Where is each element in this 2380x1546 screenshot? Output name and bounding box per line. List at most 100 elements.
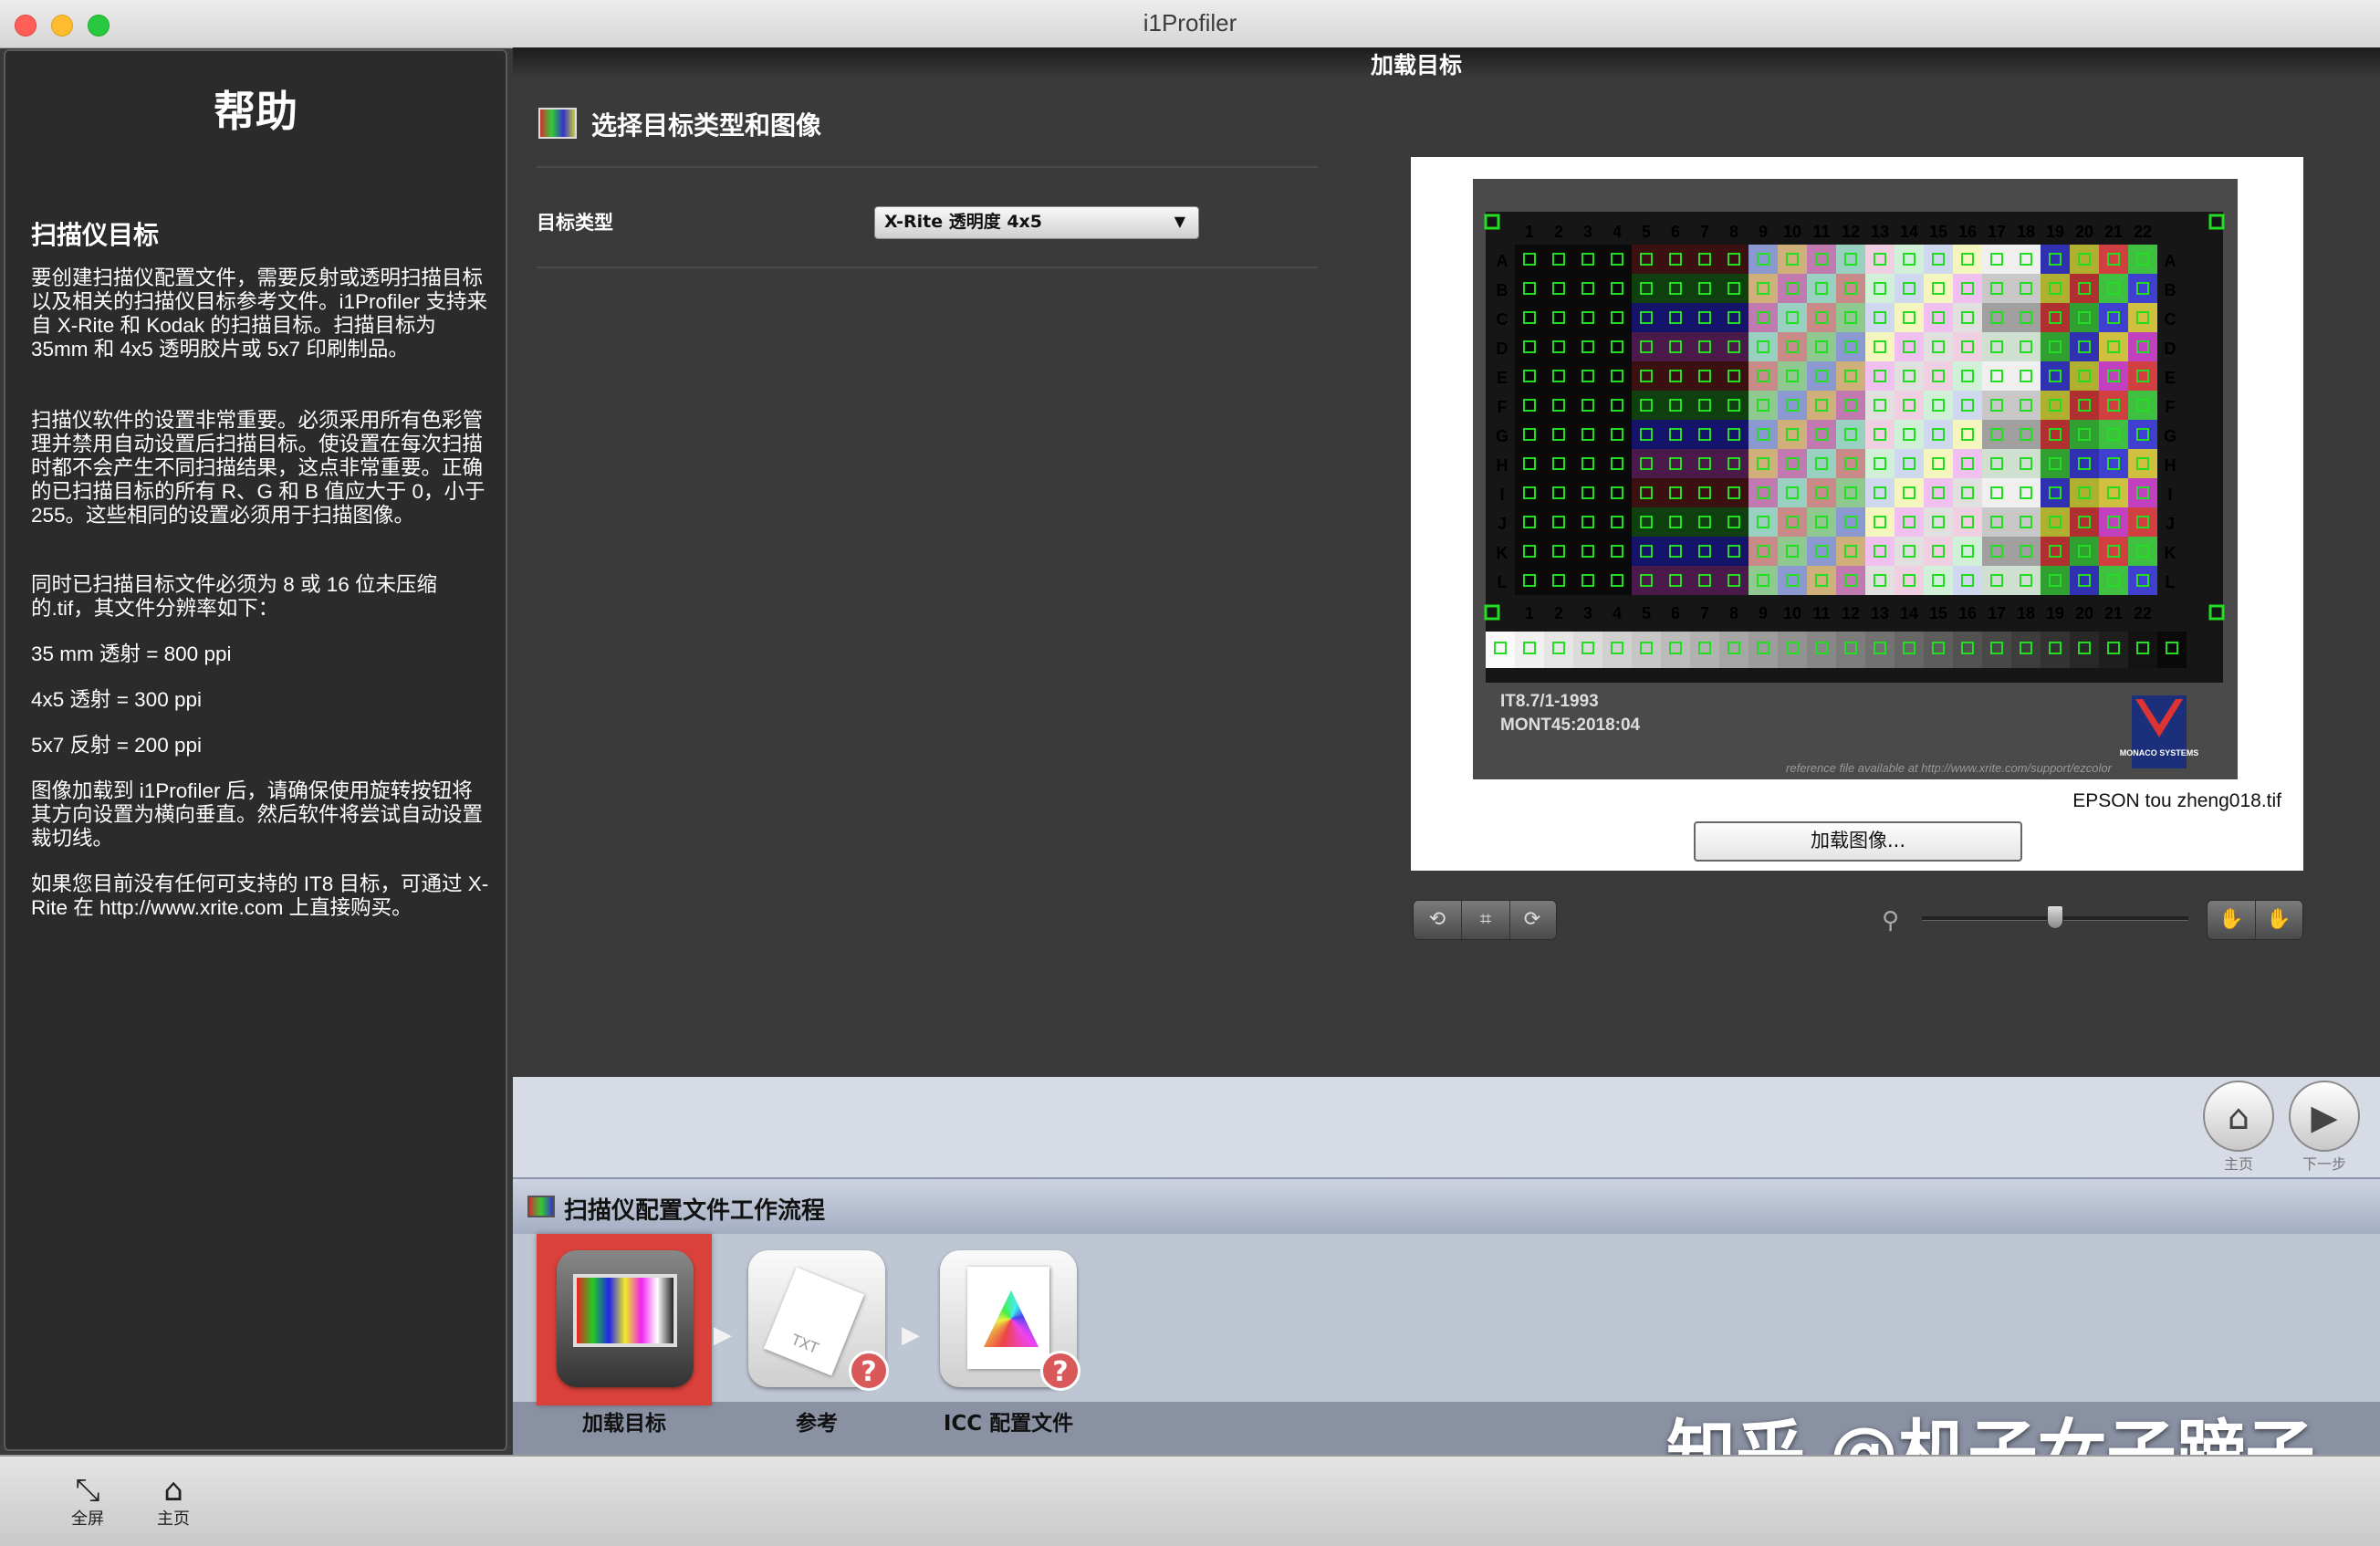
target-patch [1895, 245, 1924, 274]
bottom-toolbar: ⤡ 全屏 ⌂ 主页 [0, 1455, 2380, 1546]
target-patch [1748, 274, 1778, 303]
target-patch [1690, 303, 1719, 332]
home-icon: ⌂ [163, 1472, 183, 1509]
target-patch [1719, 245, 1748, 274]
grey-ramp-patch [1865, 632, 1895, 668]
workflow-step-load-target[interactable] [557, 1250, 694, 1387]
grey-ramp-patch [1661, 632, 1690, 668]
target-patch [1748, 332, 1778, 361]
target-patch [1632, 274, 1661, 303]
home-button[interactable]: ⌂ [2203, 1081, 2274, 1152]
row-label-right: D [2165, 339, 2176, 358]
target-patch [1544, 449, 1573, 478]
it8-target-chart: A AB BC CD DE EF FG GH HI IJ JK KL L1122334455667788… [1484, 212, 2225, 775]
row-label-left: H [1497, 456, 1508, 475]
target-patch [2099, 449, 2128, 478]
target-patch [1924, 245, 1953, 274]
target-patch [2070, 420, 2099, 449]
target-patch [1661, 449, 1690, 478]
hand-right-icon[interactable]: ✋ [2255, 901, 2302, 939]
target-patch [2041, 245, 2070, 274]
column-label-bottom: 22 [2134, 604, 2152, 622]
target-patch [2070, 537, 2099, 566]
target-patch [2011, 274, 2041, 303]
target-patch [1895, 332, 1924, 361]
target-patch [2011, 566, 2041, 595]
target-patch [2099, 245, 2128, 274]
help-paragraph: 5x7 反射 = 200 ppi [31, 734, 202, 757]
workflow-step-reference[interactable]: TXT ? [748, 1250, 889, 1391]
target-patch [1836, 420, 1865, 449]
home-button[interactable]: ⌂ 主页 [146, 1475, 201, 1530]
section-title: 选择目标类型和图像 [591, 110, 822, 141]
target-patch [1632, 449, 1661, 478]
target-patch [2128, 245, 2157, 274]
home-icon: ⌂ [2227, 1097, 2250, 1137]
target-patch [1661, 274, 1690, 303]
target-patch [1748, 391, 1778, 420]
row-label-right: L [2166, 573, 2176, 591]
monaco-logo-text: MONACO SYSTEMS [2120, 748, 2199, 757]
target-patch [1515, 361, 1544, 391]
target-patch [1515, 449, 1544, 478]
target-patch [1719, 566, 1748, 595]
zoom-slider-thumb[interactable] [2047, 905, 2063, 929]
target-patch [1515, 274, 1544, 303]
target-patch [1924, 566, 1953, 595]
target-patch [1924, 361, 1953, 391]
help-paragraph: 同时已扫描目标文件必须为 8 或 16 位未压缩的.tif，其文件分辨率如下： [31, 573, 438, 620]
crop-icon[interactable]: ⌗ [1461, 901, 1510, 939]
target-patch [1982, 478, 2011, 507]
target-patch [1807, 449, 1836, 478]
rotate-ccw-icon[interactable]: ⟲ [1414, 901, 1461, 939]
target-patch [1895, 478, 1924, 507]
target-patch [1982, 507, 2011, 537]
target-patch [1515, 420, 1544, 449]
row-label-left: F [1498, 398, 1508, 416]
target-patch [1865, 274, 1895, 303]
row-label-right: A [2165, 252, 2176, 270]
column-label-top: 4 [1613, 223, 1622, 241]
target-patch [1953, 332, 1982, 361]
target-patch [1719, 537, 1748, 566]
pan-toolbar: ✋ ✋ [2207, 900, 2303, 940]
target-patch [1690, 274, 1719, 303]
hand-left-icon[interactable]: ✋ [2208, 901, 2256, 939]
column-label-bottom: 12 [1842, 604, 1860, 622]
target-patch [1807, 420, 1836, 449]
target-patch [1661, 391, 1690, 420]
target-reference-note: reference file available at http://www.x… [1786, 761, 2113, 775]
target-patch [1544, 245, 1573, 274]
target-patch [2099, 420, 2128, 449]
grey-ramp-patch [2041, 632, 2070, 668]
question-icon[interactable]: ? [849, 1351, 889, 1391]
target-patch [1573, 566, 1602, 595]
target-patch [1836, 507, 1865, 537]
fullscreen-button[interactable]: ⤡ 全屏 [60, 1475, 115, 1530]
rotate-cw-icon[interactable]: ⟳ [1508, 901, 1556, 939]
target-patch [1748, 507, 1778, 537]
question-icon[interactable]: ? [1040, 1351, 1080, 1391]
column-label-top: 20 [2075, 223, 2093, 241]
divider [537, 166, 1318, 168]
target-type-select[interactable]: X-Rite 透明度 4x5 ▼ [874, 206, 1199, 239]
target-patch [1924, 332, 1953, 361]
target-patch [1602, 361, 1632, 391]
target-patch [1778, 245, 1807, 274]
next-label: 下一步 [2302, 1155, 2346, 1173]
workflow-step-icc-profile[interactable]: ? [940, 1250, 1080, 1391]
load-image-button[interactable]: 加载图像... [1694, 821, 2022, 862]
row-label-left: K [1497, 544, 1508, 562]
target-patch [1544, 274, 1573, 303]
target-patch [1748, 361, 1778, 391]
target-patch [2099, 391, 2128, 420]
target-patch [2128, 537, 2157, 566]
workflow-step-label: 加载目标 [582, 1412, 666, 1436]
workflow-step-label: ICC 配置文件 [943, 1412, 1074, 1436]
next-button[interactable]: ▶ [2289, 1081, 2360, 1152]
target-patch [1661, 420, 1690, 449]
window-title-bar: i1Profiler [0, 0, 2380, 48]
target-patch [1865, 361, 1895, 391]
target-patch [1807, 245, 1836, 274]
column-label-top: 10 [1783, 223, 1801, 241]
